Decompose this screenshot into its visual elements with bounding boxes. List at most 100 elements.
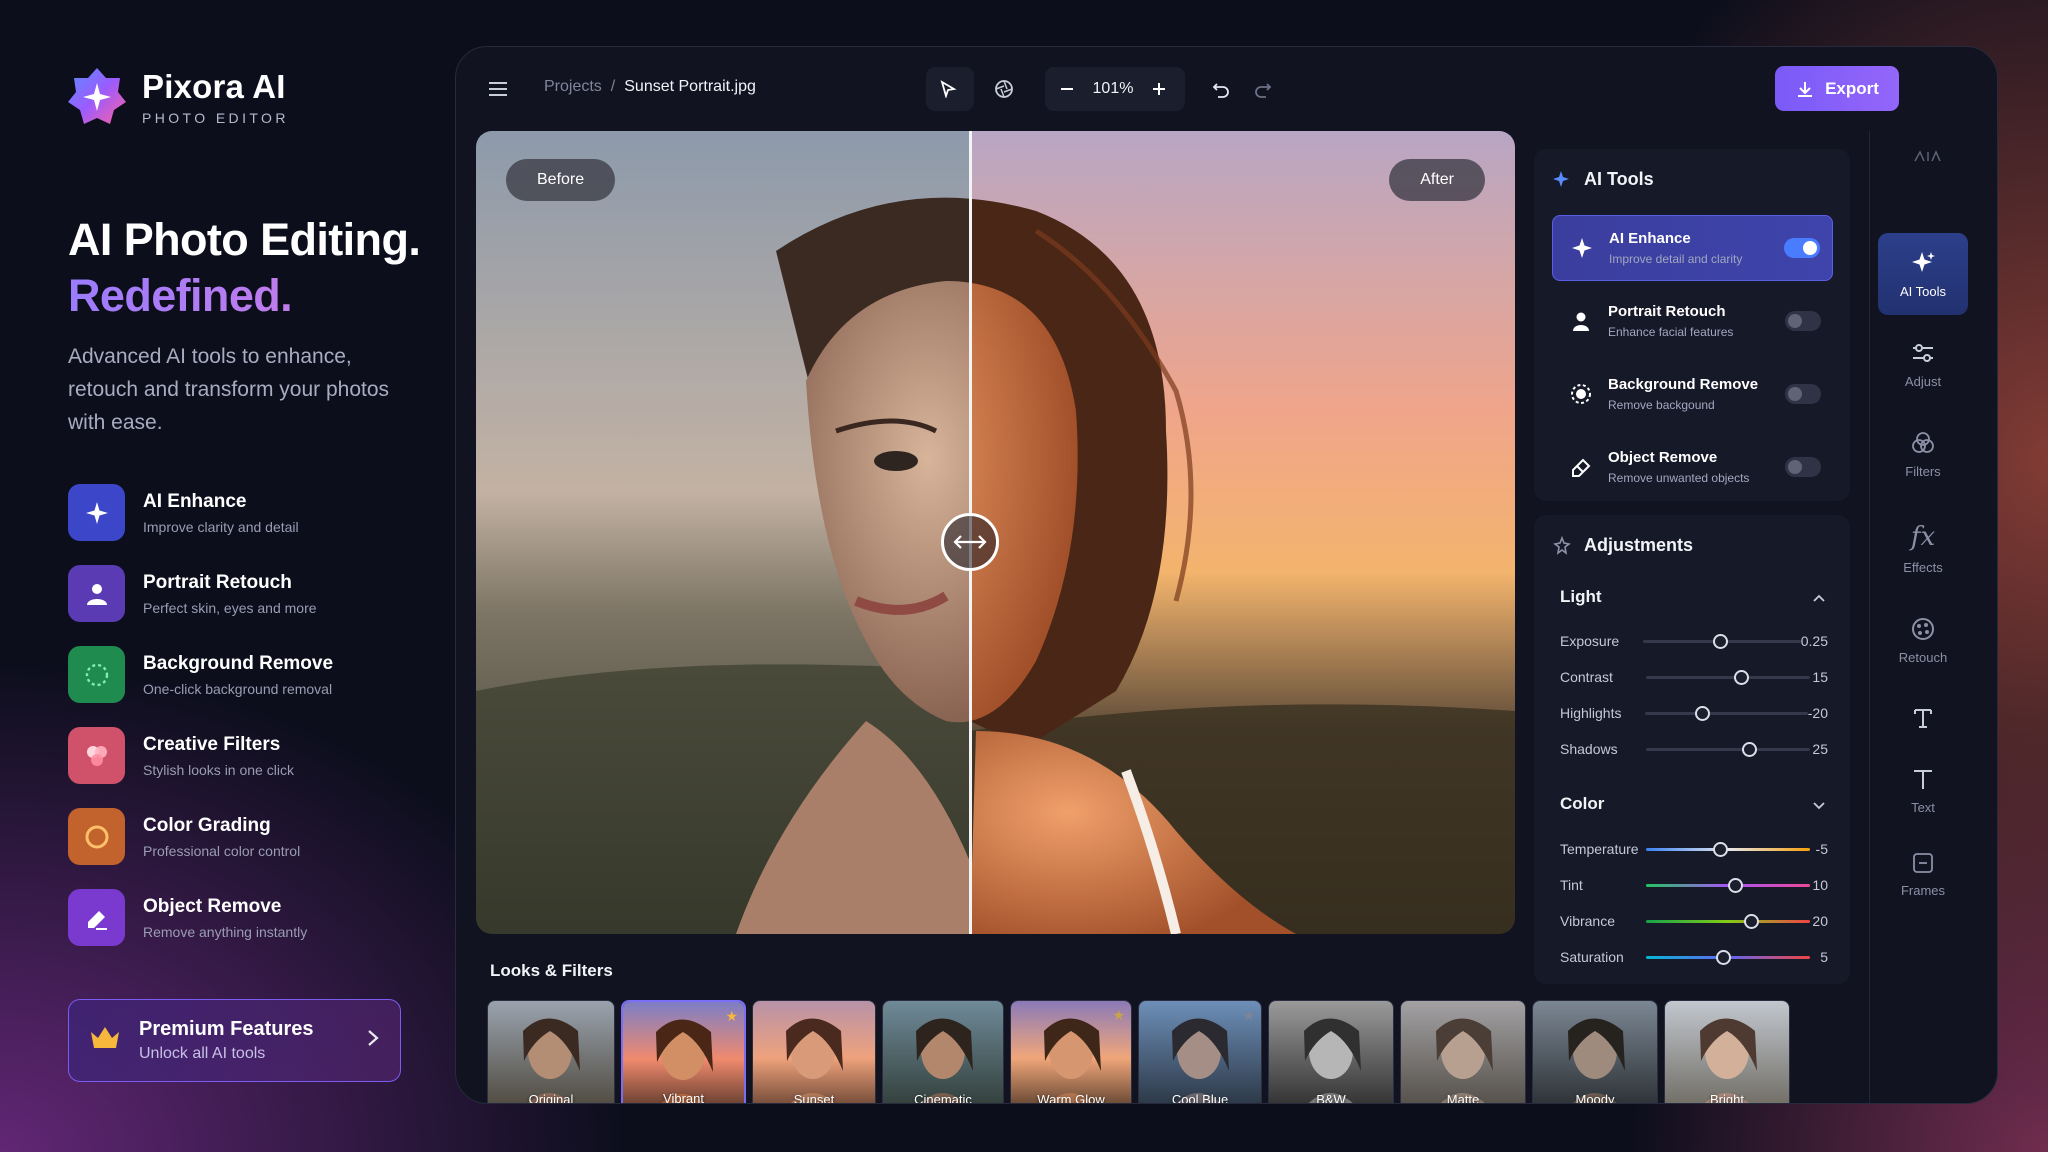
slider-thumb[interactable] [1742,741,1758,757]
chevron-up-icon[interactable] [1812,593,1826,603]
ai-tool-portrait-retouch[interactable]: Portrait Retouch Enhance facial features [1552,288,1833,354]
slider-value: 15 [1812,669,1828,685]
slider-track[interactable] [1646,741,1810,757]
brand-logo-icon [66,66,128,128]
slider-value: 25 [1812,741,1828,757]
vibrance-slider[interactable]: Vibrance 20 [1560,910,1828,932]
portrait-retouch-toggle[interactable] [1785,311,1821,331]
photo-canvas[interactable]: Before After [476,131,1515,934]
chevron-down-icon[interactable] [1812,801,1826,811]
hero-title: AI Photo Editing. Redefined. [68,212,421,324]
slider-thumb[interactable] [1695,705,1711,721]
slider-track[interactable] [1646,949,1810,965]
zoom-in-button[interactable] [1137,67,1181,111]
rail-effects[interactable]: fx Effects [1878,507,1968,589]
temperature-slider[interactable]: Temperature -5 [1560,838,1828,860]
rail-text[interactable]: Text [1878,749,1968,831]
look-thumbnail[interactable]: Sunset [752,1000,876,1103]
compare-tool-button[interactable] [982,67,1026,111]
zoom-out-button[interactable] [1045,67,1089,111]
contrast-slider[interactable]: Contrast 15 [1560,666,1828,688]
slider-track[interactable] [1646,841,1810,857]
slider-label: Shadows [1560,741,1618,757]
text-icon [1914,769,1932,789]
plus-icon [1153,83,1165,95]
slider-track[interactable] [1646,913,1810,929]
look-thumbnail[interactable]: Matte [1400,1000,1526,1103]
look-thumbnail[interactable]: ★ Warm Glow [1010,1000,1132,1103]
feature-title: Background Remove [143,652,334,674]
slider-thumb[interactable] [1727,877,1743,893]
object-remove-toggle[interactable] [1785,457,1821,477]
aperture-icon [995,80,1013,98]
ai-tool-background-remove[interactable]: Background Remove Remove backgound [1552,361,1833,427]
breadcrumb: Projects / Sunset Portrait.jpg [544,78,756,96]
fx-icon: fx [1910,521,1936,552]
look-thumbnail[interactable]: Original [487,1000,615,1103]
look-thumbnail[interactable]: Moody [1532,1000,1658,1104]
redo-button[interactable] [1241,67,1285,111]
color-section-title[interactable]: Color [1560,794,1604,814]
feature-creative-filters: Creative Filters Stylish looks in one cl… [68,727,333,784]
select-tool-button[interactable] [926,67,970,111]
look-label: Bright [1710,1092,1744,1104]
rail-frames[interactable]: Frames [1878,833,1968,915]
feature-subtitle: One-click background removal [143,680,333,697]
rail-adjust[interactable]: Adjust [1878,323,1968,405]
export-label: Export [1825,78,1879,98]
ai-tools-panel: AI Tools AI Enhance Improve detail and c… [1534,149,1850,501]
look-thumbnail[interactable]: Bright [1664,1000,1790,1104]
rail-retouch[interactable]: Retouch [1878,599,1968,681]
slider-track[interactable] [1642,633,1801,649]
slider-thumb[interactable] [1743,913,1759,929]
look-thumbnail[interactable]: ★ Cool Blue [1138,1000,1262,1103]
rail-label: Filters [1905,463,1941,479]
ai-tool-title: Portrait Retouch [1608,303,1726,320]
hero-title-line1: AI Photo Editing. [68,214,421,265]
saturation-slider[interactable]: Saturation 5 [1560,946,1828,968]
slider-track[interactable] [1645,705,1808,721]
feature-ai-enhance: AI Enhance Improve clarity and detail [68,484,333,541]
slider-label: Contrast [1560,669,1613,685]
ai-tool-title: AI Enhance [1609,230,1691,247]
color-ring-icon [68,808,125,865]
slider-track[interactable] [1646,669,1810,685]
background-remove-toggle[interactable] [1785,384,1821,404]
premium-subtitle: Unlock all AI tools [139,1045,266,1062]
undo-button[interactable] [1199,67,1243,111]
look-thumbnail[interactable]: B&W [1268,1000,1394,1103]
slider-label: Saturation [1560,949,1624,965]
slider-thumb[interactable] [1712,841,1728,857]
export-button[interactable]: Export [1775,66,1899,111]
look-thumbnail[interactable]: ★ Vibrant [621,1000,746,1103]
ai-tools-title: AI Tools [1584,169,1654,189]
menu-icon[interactable] [486,77,510,101]
ai-tools-header: AI Tools [1552,169,1654,190]
text-tool-icon [1914,709,1932,728]
rail-ai-tools[interactable]: AI Tools [1878,233,1968,315]
ai-tool-object-remove[interactable]: Object Remove Remove unwanted objects [1552,434,1833,500]
highlights-slider[interactable]: Highlights -20 [1560,702,1828,724]
look-label: Moody [1575,1092,1615,1104]
premium-features-button[interactable]: Premium Features Unlock all AI tools [68,999,401,1082]
arrows-horizontal-icon [953,535,987,549]
slider-thumb[interactable] [1734,669,1750,685]
breadcrumb-projects[interactable]: Projects [544,78,602,96]
ai-tool-ai-enhance[interactable]: AI Enhance Improve detail and clarity [1552,215,1833,281]
brand: Pixora AI PHOTO EDITOR [66,66,289,128]
exposure-slider[interactable]: Exposure 0.25 [1560,630,1828,652]
star-icon: ★ [1112,1007,1125,1023]
shadows-slider[interactable]: Shadows 25 [1560,738,1828,760]
light-section-title[interactable]: Light [1560,587,1602,607]
tint-slider[interactable]: Tint 10 [1560,874,1828,896]
slider-thumb[interactable] [1713,633,1729,649]
slider-track[interactable] [1646,877,1810,893]
rail-filters[interactable]: Filters [1878,413,1968,495]
feature-background-remove: Background Remove One-click background r… [68,646,333,703]
look-thumbnail[interactable]: Cinematic [882,1000,1004,1103]
ai-enhance-toggle[interactable] [1784,238,1820,258]
redo-icon [1255,83,1272,98]
slider-thumb[interactable] [1716,949,1732,965]
compare-handle[interactable] [941,513,999,571]
slider-value: 0.25 [1800,633,1828,649]
